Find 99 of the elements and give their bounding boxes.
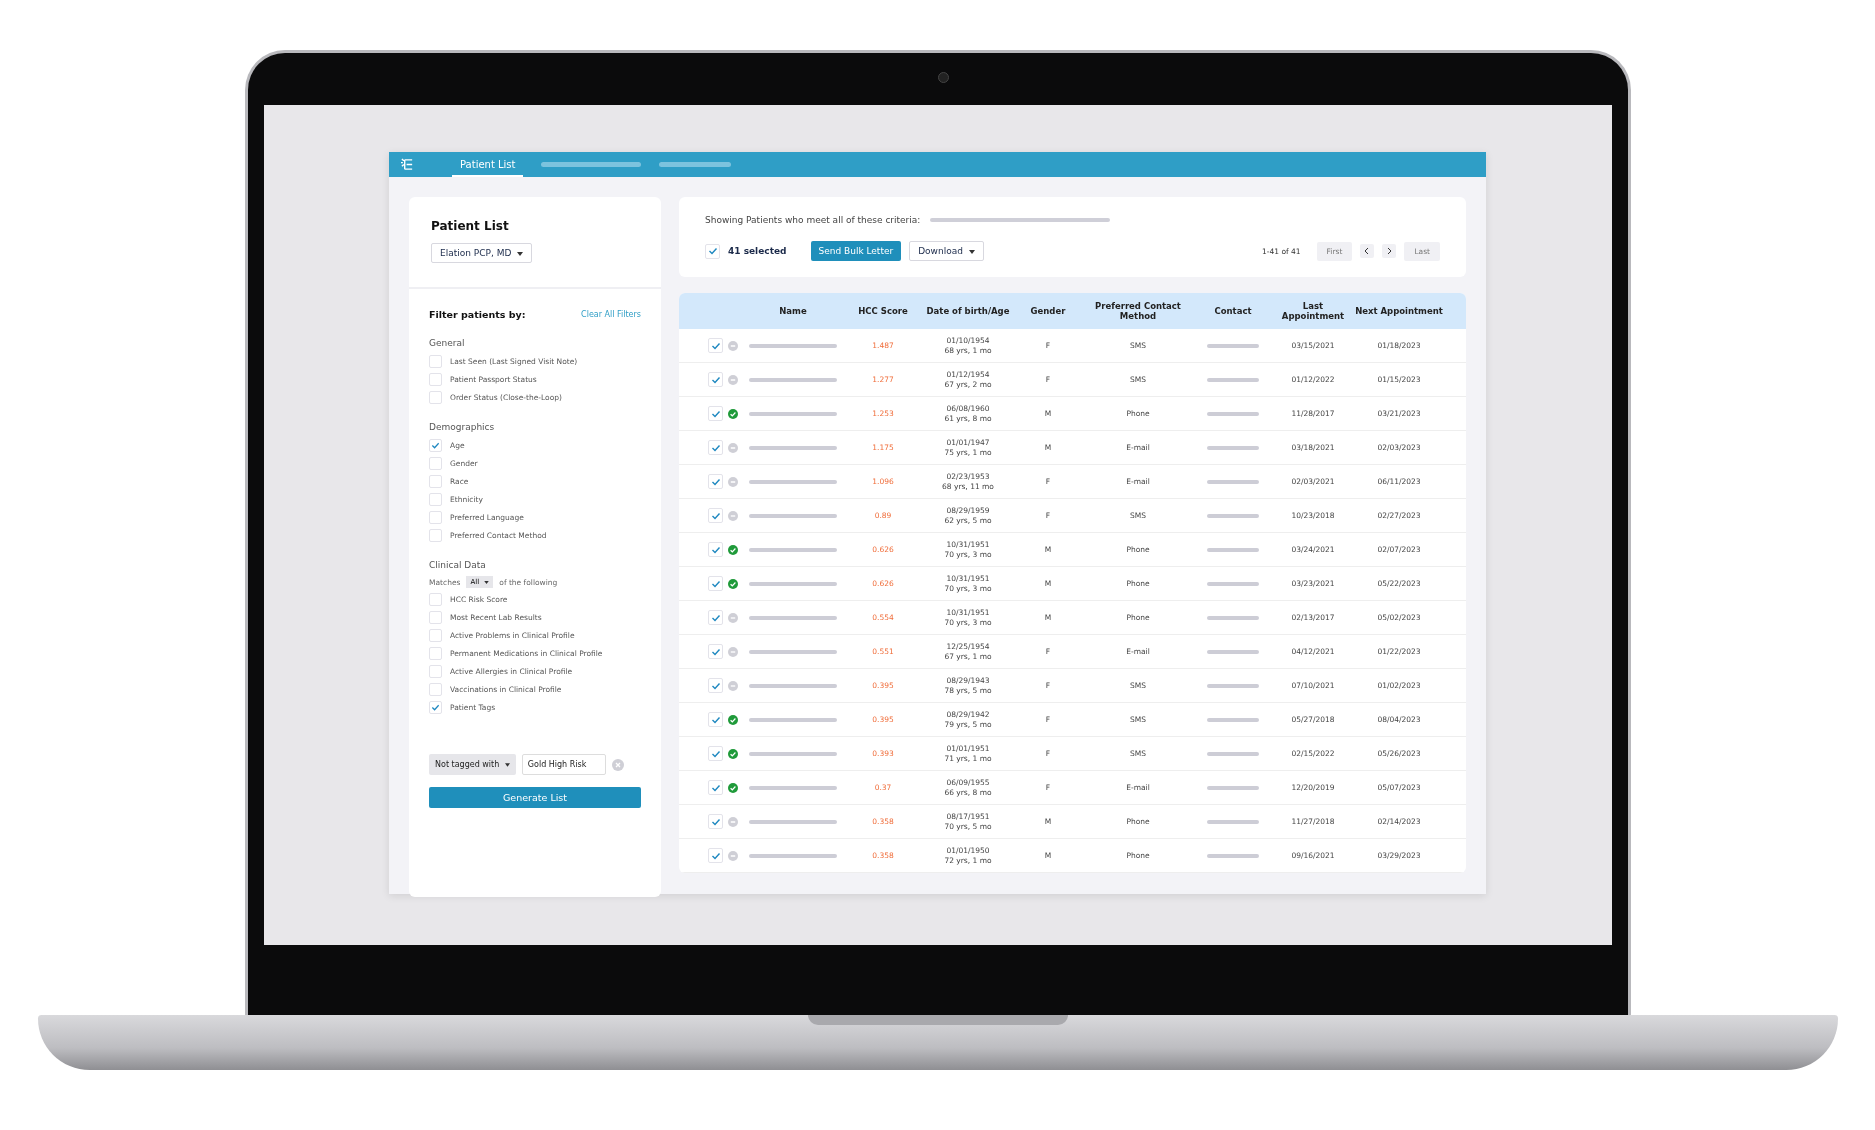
row-checkbox[interactable] xyxy=(708,338,723,353)
contact-placeholder-bar xyxy=(1207,445,1259,450)
contact-placeholder-bar xyxy=(1207,615,1259,620)
check-icon xyxy=(710,782,721,793)
check-icon xyxy=(710,340,721,351)
contact-placeholder-bar xyxy=(1207,513,1259,518)
check-icon xyxy=(710,850,721,861)
criteria-label: Showing Patients who meet all of these criteria: xyxy=(705,215,921,225)
contact-placeholder-bar xyxy=(1207,377,1259,382)
tag-input-field[interactable]: Gold High Risk xyxy=(521,754,606,775)
checkbox[interactable] xyxy=(429,700,442,714)
checkbox[interactable] xyxy=(429,372,442,386)
row-checkbox[interactable] xyxy=(708,440,723,455)
column-header: Gender xyxy=(1029,306,1067,316)
column-header: Last Appointment xyxy=(1280,301,1346,321)
column-header: Contact xyxy=(1213,306,1253,316)
provider-dropdown[interactable]: Elation PCP, MD xyxy=(431,243,533,263)
checkbox[interactable] xyxy=(429,492,442,506)
send-bulk-letter-button[interactable]: Send Bulk Letter xyxy=(810,241,902,261)
checkbox[interactable] xyxy=(429,664,442,678)
caret-icon xyxy=(484,580,490,584)
caret-icon xyxy=(968,249,975,254)
row-checkbox[interactable] xyxy=(708,406,723,421)
contact-placeholder-bar xyxy=(1207,547,1259,552)
caret-icon xyxy=(517,251,524,256)
checkbox[interactable] xyxy=(429,438,442,452)
row-checkbox[interactable] xyxy=(708,474,723,489)
column-header: Name xyxy=(778,306,808,316)
row-checkbox[interactable] xyxy=(708,746,723,761)
column-header: Preferred Contact Method xyxy=(1094,301,1182,321)
checkbox[interactable] xyxy=(429,456,442,470)
check-icon xyxy=(710,578,721,589)
contact-placeholder-bar xyxy=(1207,479,1259,484)
panel-title: Patient List xyxy=(431,219,509,233)
row-checkbox[interactable] xyxy=(708,372,723,387)
contact-placeholder-bar xyxy=(1207,717,1259,722)
check-icon xyxy=(710,646,721,657)
checkbox[interactable] xyxy=(429,390,442,404)
checkbox[interactable] xyxy=(429,592,442,606)
checkbox[interactable] xyxy=(429,610,442,624)
row-checkbox[interactable] xyxy=(708,814,723,829)
check-icon xyxy=(710,748,721,759)
check-icon xyxy=(710,612,721,623)
contact-placeholder-bar xyxy=(1207,785,1259,790)
row-checkbox[interactable] xyxy=(708,780,723,795)
column-header: HCC Score xyxy=(857,306,909,316)
check-icon xyxy=(710,714,721,725)
check-icon xyxy=(707,246,718,256)
column-header: Next Appointment xyxy=(1354,306,1444,316)
contact-placeholder-bar xyxy=(1207,751,1259,756)
row-checkbox[interactable] xyxy=(708,542,723,557)
contact-placeholder-bar xyxy=(1207,411,1259,416)
row-checkbox[interactable] xyxy=(708,712,723,727)
next-page-icon[interactable] xyxy=(1382,244,1397,258)
generate-list-button[interactable]: Generate List xyxy=(429,787,641,808)
row-checkbox[interactable] xyxy=(708,610,723,625)
row-checkbox[interactable] xyxy=(708,508,723,523)
check-icon xyxy=(710,816,721,827)
checkbox[interactable] xyxy=(429,628,442,642)
contact-placeholder-bar xyxy=(1207,683,1259,688)
check-icon xyxy=(710,442,721,453)
contact-placeholder-bar xyxy=(1207,649,1259,654)
filter-heading: Filter patients by: xyxy=(429,309,526,320)
select-all-checkbox[interactable] xyxy=(705,243,720,259)
contact-placeholder-bar xyxy=(1207,343,1259,348)
check-icon xyxy=(710,544,721,555)
download-dropdown[interactable]: Download xyxy=(909,241,984,261)
check-icon xyxy=(710,476,721,487)
checkbox[interactable] xyxy=(429,682,442,696)
clear-filters-link[interactable]: Clear All Filters xyxy=(581,310,641,319)
previous-page-icon[interactable] xyxy=(1360,244,1375,258)
group-heading: Clinical Data xyxy=(429,560,487,570)
row-checkbox[interactable] xyxy=(708,678,723,693)
check-icon xyxy=(710,680,721,691)
row-checkbox[interactable] xyxy=(708,848,723,863)
row-checkbox[interactable] xyxy=(708,576,723,591)
checkbox[interactable] xyxy=(429,474,442,488)
tag-mode-dropdown[interactable]: Not tagged with xyxy=(429,754,516,775)
checkbox[interactable] xyxy=(429,528,442,542)
check-icon xyxy=(710,510,721,521)
column-header: Date of birth/Age xyxy=(925,306,1011,316)
check-icon xyxy=(431,440,440,450)
logo-icon xyxy=(401,158,414,171)
contact-placeholder-bar xyxy=(1207,853,1259,858)
contact-placeholder-bar xyxy=(1207,819,1259,824)
checkbox[interactable] xyxy=(429,354,442,368)
camera-icon xyxy=(937,72,949,83)
caret-icon xyxy=(504,762,510,767)
row-checkbox[interactable] xyxy=(708,644,723,659)
selected-count: 41 selected xyxy=(728,246,787,256)
group-heading: Demographics xyxy=(429,422,496,432)
check-icon xyxy=(431,702,440,712)
checkbox[interactable] xyxy=(429,646,442,660)
contact-placeholder-bar xyxy=(1207,581,1259,586)
checkbox[interactable] xyxy=(429,510,442,524)
check-icon xyxy=(710,408,721,419)
check-icon xyxy=(710,374,721,385)
group-heading: General xyxy=(429,338,466,348)
nav-tab[interactable]: Patient List xyxy=(452,152,524,177)
